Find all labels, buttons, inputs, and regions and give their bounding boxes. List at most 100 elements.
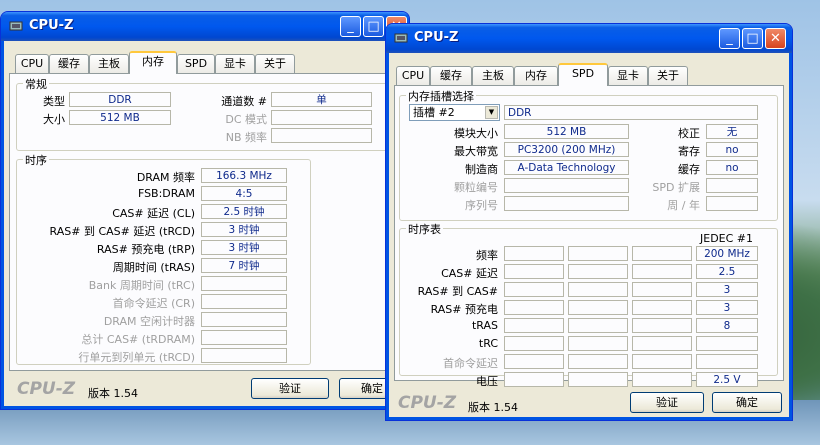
serial-number-label: 序列号 [465, 199, 498, 212]
validate-button[interactable]: 验证 [630, 392, 704, 413]
buffered-label: 缓存 [678, 163, 700, 176]
timing-row-value [201, 312, 287, 327]
channels-value: 单 [271, 92, 372, 107]
window-title: CPU-Z [29, 18, 74, 33]
timing-row-label: 总计 CAS# (tRDRAM) [81, 333, 195, 346]
spd-empty-column-cell [504, 246, 564, 261]
timing-row-value [201, 330, 287, 345]
spd-empty-column-cell [504, 336, 564, 351]
maximize-button[interactable]: □ [363, 16, 384, 37]
spd-empty-column-cell [632, 318, 692, 333]
manufacturer-label: 制造商 [465, 163, 498, 176]
spd-timing-label: 电压 [476, 375, 498, 388]
cpuz-window-memory: CPU-Z _ □ ✕ CPU 缓存 主板 内存 SPD 显卡 关于 常规 类型… [0, 11, 410, 410]
spd-timing-label: RAS# 预充电 [430, 303, 498, 316]
general-group-title: 常规 [23, 76, 49, 92]
nb-freq-value [271, 128, 372, 143]
spd-jedec1-value: 8 [696, 318, 758, 333]
spd-empty-column-cell [504, 318, 564, 333]
spd-empty-column-cell [504, 372, 564, 387]
channels-label: 通道数 # [221, 95, 267, 108]
minimize-button[interactable]: _ [719, 28, 740, 49]
timing-row-value: 4:5 [201, 186, 287, 201]
timing-row-value [201, 276, 287, 291]
spd-empty-column-cell [504, 354, 564, 369]
tab-cache[interactable]: 缓存 [430, 66, 472, 85]
spd-empty-column-cell [568, 336, 628, 351]
timing-row-value: 3 时钟 [201, 240, 287, 255]
validate-button[interactable]: 验证 [251, 378, 329, 399]
max-bandwidth-label: 最大带宽 [454, 145, 498, 158]
tab-mainboard[interactable]: 主板 [472, 66, 514, 85]
timing-row-label: FSB:DRAM [137, 187, 195, 200]
cpuz-app-icon [9, 21, 23, 31]
tab-mainboard[interactable]: 主板 [89, 54, 129, 73]
spd-panel: 内存插槽选择 插槽 #2 ▼ DDR 模块大小 512 MB 最大带宽 PC32… [394, 85, 784, 388]
minimize-button[interactable]: _ [340, 16, 361, 37]
cpuz-brand-logo: CPU-Z [17, 379, 76, 399]
spd-jedec1-value [696, 336, 758, 351]
slot-type-value: DDR [504, 105, 758, 120]
ok-button[interactable]: 确定 [712, 392, 782, 413]
tab-about[interactable]: 关于 [648, 66, 688, 85]
timing-row-label: 行单元到列单元 (tRCD) [78, 351, 195, 364]
timing-row-label: RAS# 预充电 (tRP) [96, 243, 195, 256]
version-label: 版本 1.54 [88, 387, 138, 400]
tab-about[interactable]: 关于 [255, 54, 295, 73]
cpuz-window-spd: CPU-Z _ □ ✕ CPU 缓存 主板 内存 SPD 显卡 关于 内存插槽选… [385, 23, 793, 421]
timing-row-value: 166.3 MHz [201, 168, 287, 183]
window-title: CPU-Z [414, 30, 459, 45]
timing-row-label: CAS# 延迟 (CL) [112, 207, 195, 220]
timing-row-label: Bank 周期时间 (tRC) [88, 279, 195, 292]
title-bar[interactable]: CPU-Z _ □ ✕ [386, 24, 792, 53]
tab-graphics[interactable]: 显卡 [215, 54, 255, 73]
spd-timing-label: tRC [478, 337, 498, 350]
tab-cpu[interactable]: CPU [15, 54, 49, 73]
spd-empty-column-cell [632, 264, 692, 279]
part-number-label: 颗粒编号 [454, 181, 498, 194]
week-year-value [706, 196, 758, 211]
chevron-down-icon[interactable]: ▼ [485, 106, 498, 119]
tab-cpu[interactable]: CPU [396, 66, 430, 85]
tab-cache[interactable]: 缓存 [49, 54, 89, 73]
spd-empty-column-cell [568, 318, 628, 333]
slot-selection-group: 内存插槽选择 插槽 #2 ▼ DDR 模块大小 512 MB 最大带宽 PC32… [399, 88, 778, 221]
memory-panel: 常规 类型 DDR 大小 512 MB 通道数 # 单 DC 模式 NB 频率 … [9, 73, 401, 371]
spd-jedec1-value: 200 MHz [696, 246, 758, 261]
timing-row-value: 2.5 时钟 [201, 204, 287, 219]
spd-empty-column-cell [568, 300, 628, 315]
spd-timing-label: CAS# 延迟 [441, 267, 498, 280]
spd-empty-column-cell [632, 300, 692, 315]
spd-jedec1-value: 2.5 V [696, 372, 758, 387]
timing-row-label: 首命令延迟 (CR) [112, 297, 195, 310]
timing-table-title: 时序表 [406, 221, 443, 237]
jedec-header: JEDEC #1 [700, 232, 754, 245]
maximize-button[interactable]: □ [742, 28, 763, 49]
manufacturer-value: A-Data Technology [504, 160, 629, 175]
tab-memory[interactable]: 内存 [514, 66, 558, 85]
title-bar[interactable]: CPU-Z _ □ ✕ [1, 12, 409, 41]
spd-jedec1-value: 3 [696, 300, 758, 315]
timing-row-label: 周期时间 (tRAS) [112, 261, 195, 274]
close-button[interactable]: ✕ [765, 28, 786, 49]
spd-timing-label: 首命令延迟 [443, 357, 498, 370]
spd-jedec1-value: 3 [696, 282, 758, 297]
timing-row-label: RAS# 到 CAS# 延迟 (tRCD) [49, 225, 195, 238]
nb-freq-label: NB 频率 [225, 131, 267, 144]
tab-graphics[interactable]: 显卡 [608, 66, 648, 85]
timing-row-value [201, 348, 287, 363]
dc-mode-label: DC 模式 [225, 113, 267, 126]
correction-value: 无 [706, 124, 758, 139]
tab-memory[interactable]: 内存 [129, 51, 177, 74]
tab-spd[interactable]: SPD [558, 63, 608, 86]
window-client-area: CPU 缓存 主板 内存 SPD 显卡 关于 常规 类型 DDR 大小 512 … [5, 41, 405, 405]
spd-empty-column-cell [632, 372, 692, 387]
spd-empty-column-cell [632, 354, 692, 369]
tab-spd[interactable]: SPD [177, 54, 215, 73]
spd-empty-column-cell [568, 282, 628, 297]
slot-select[interactable]: 插槽 #2 ▼ [409, 104, 500, 121]
spd-timing-label: 频率 [476, 249, 498, 262]
serial-number-value [504, 196, 629, 211]
module-size-label: 模块大小 [454, 127, 498, 140]
timing-row-value: 7 时钟 [201, 258, 287, 273]
